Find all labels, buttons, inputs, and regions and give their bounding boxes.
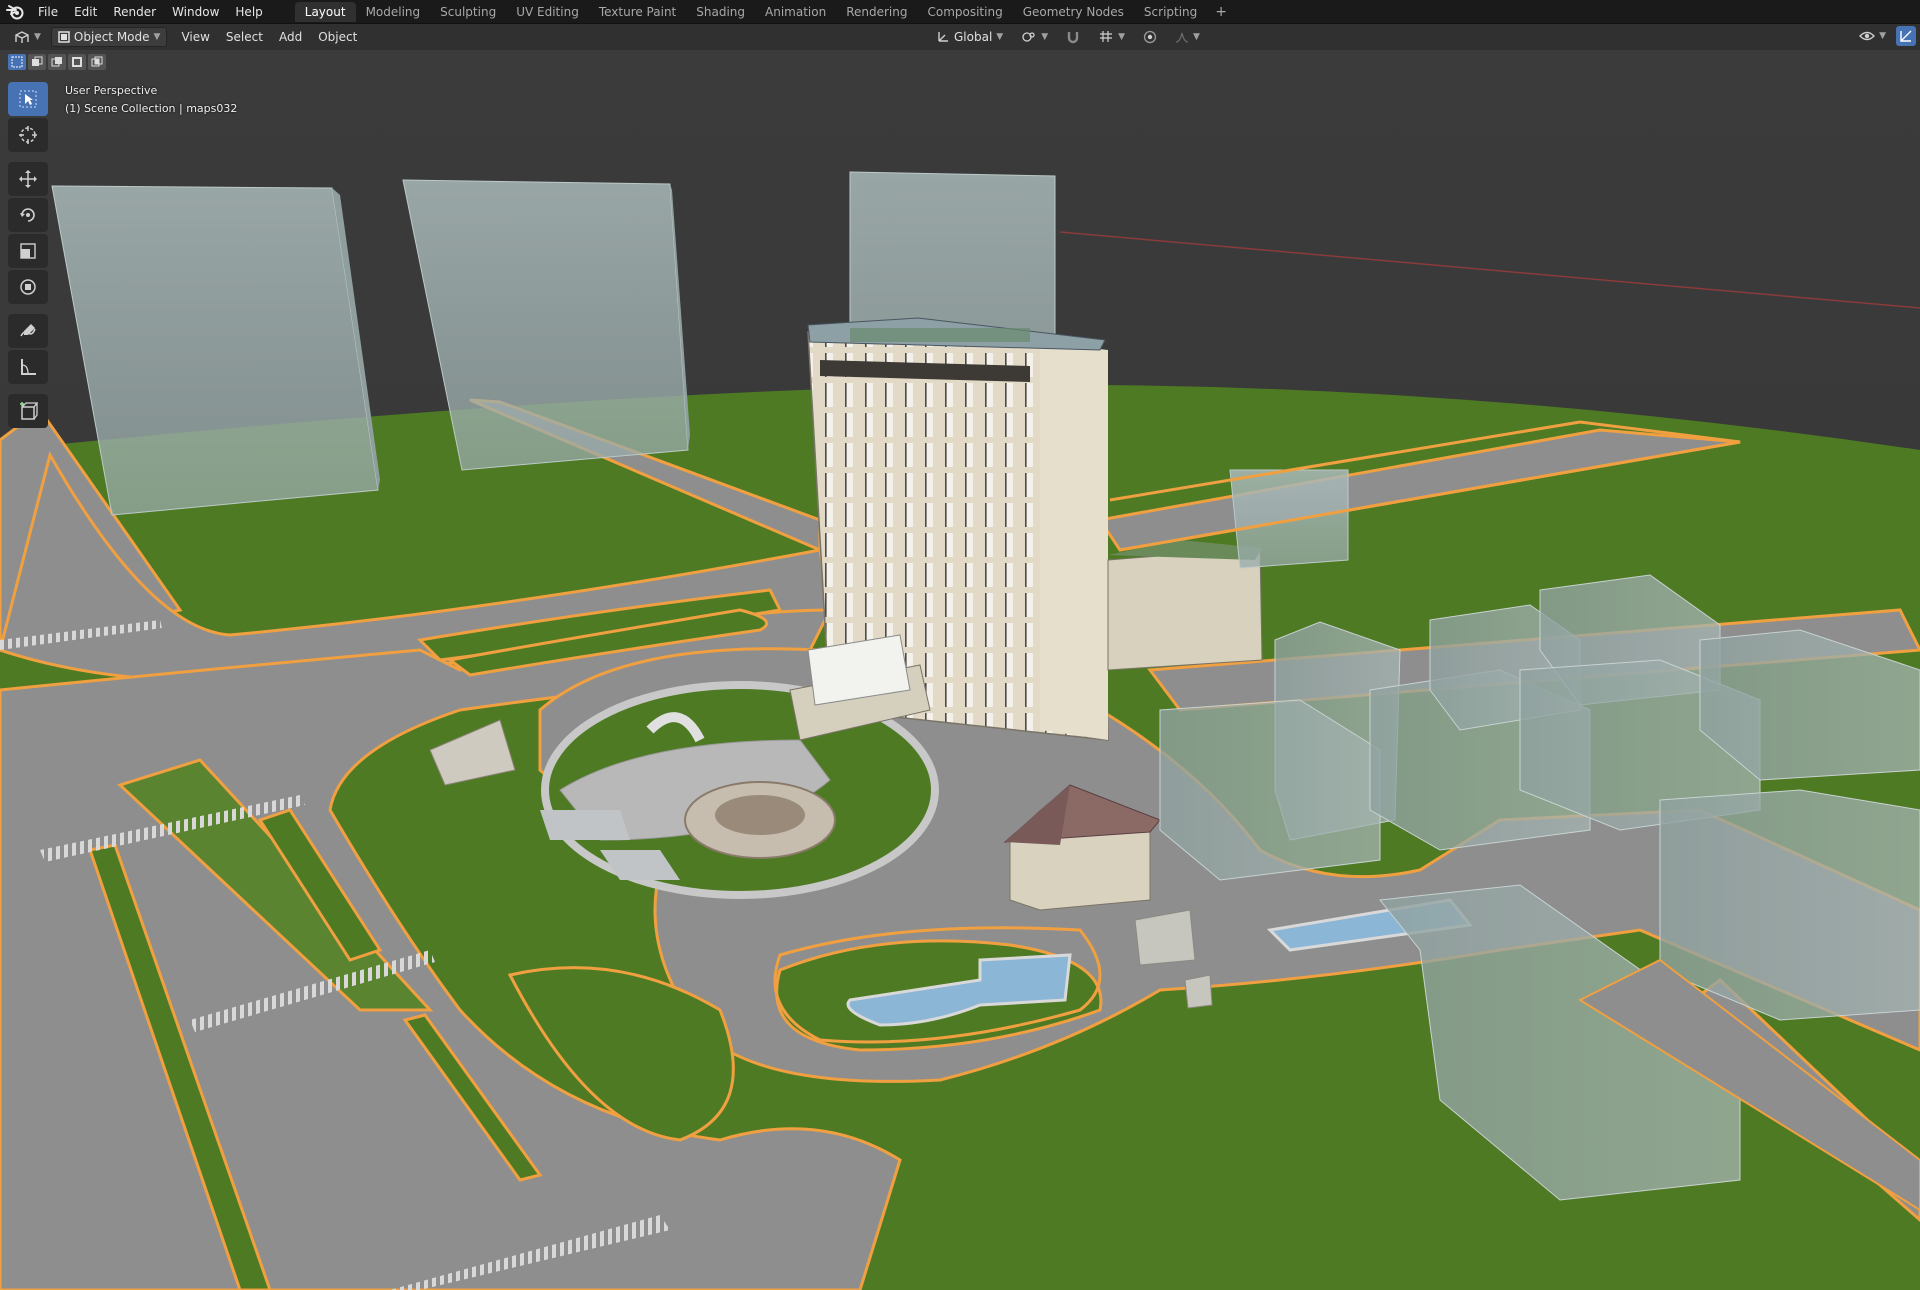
workspace-tabs: Layout Modeling Sculpting UV Editing Tex… — [294, 0, 1235, 24]
select-extend-icon — [32, 56, 43, 66]
perspective-label: User Perspective — [65, 84, 158, 97]
top-menu-bar: File Edit Render Window Help Layout Mode… — [0, 0, 1920, 24]
cursor-arrow-icon — [19, 90, 37, 108]
pivot-icon — [1022, 32, 1035, 42]
orientation-axes-icon — [938, 32, 948, 42]
add-cube-icon — [20, 402, 38, 420]
viewport-header: ▼ Object Mode ▼ View Select Add Object G… — [0, 24, 1920, 50]
select-subtract-icon — [51, 57, 62, 67]
snap-target-selector[interactable]: ▼ — [1092, 27, 1131, 47]
rotate-icon — [20, 208, 35, 222]
rotate-tool[interactable] — [8, 198, 48, 232]
tab-texture-paint[interactable]: Texture Paint — [589, 2, 686, 22]
select-new-button[interactable] — [8, 54, 26, 70]
scale-icon — [20, 243, 36, 259]
tab-compositing[interactable]: Compositing — [917, 2, 1012, 22]
menu-add[interactable]: Add — [271, 27, 310, 47]
proportional-editing-toggle[interactable] — [1137, 27, 1163, 47]
mode-label: Object Mode — [73, 30, 150, 44]
add-workspace-button[interactable]: + — [1207, 4, 1235, 20]
3d-cursor-icon — [19, 126, 37, 144]
transform-orientation-label: Global — [954, 30, 993, 44]
visibility-selector[interactable]: ▼ — [1853, 26, 1892, 46]
tab-shading[interactable]: Shading — [686, 2, 755, 22]
toolbar-separator — [8, 306, 48, 312]
toolbar-separator — [8, 154, 48, 160]
tab-geometry-nodes[interactable]: Geometry Nodes — [1013, 2, 1134, 22]
pencil-icon — [20, 324, 36, 337]
chevron-down-icon: ▼ — [1879, 31, 1886, 41]
add-cube-tool[interactable] — [8, 394, 48, 428]
3d-viewport[interactable]: User Perspective (1) Scene Collection | … — [0, 50, 1920, 1290]
chevron-down-icon: ▼ — [153, 32, 161, 42]
snap-toggle[interactable] — [1060, 27, 1086, 47]
select-box-tool[interactable] — [8, 82, 48, 116]
transform-icon — [20, 279, 36, 295]
select-intersect-button[interactable] — [88, 54, 106, 70]
snap-grid-icon — [1100, 31, 1113, 42]
select-subtract-button[interactable] — [48, 54, 66, 70]
header-right-controls: ▼ — [1853, 26, 1920, 46]
falloff-curve-icon — [1175, 32, 1189, 43]
transform-tool[interactable] — [8, 270, 48, 304]
gizmo-toggle-button[interactable] — [1896, 26, 1916, 46]
menu-render[interactable]: Render — [105, 0, 164, 24]
tab-layout[interactable]: Layout — [294, 1, 356, 22]
select-invert-icon — [72, 57, 82, 67]
tab-sculpting[interactable]: Sculpting — [430, 2, 506, 22]
collection-label: (1) Scene Collection | maps032 — [65, 102, 238, 115]
main-tower — [789, 317, 1109, 741]
tab-animation[interactable]: Animation — [755, 2, 836, 22]
pivot-point-selector[interactable]: ▼ — [1015, 27, 1054, 47]
transform-orientation-selector[interactable]: Global ▼ — [930, 27, 1009, 47]
ruler-icon — [21, 359, 36, 375]
chevron-down-icon: ▼ — [996, 32, 1004, 42]
menu-view[interactable]: View — [173, 27, 217, 47]
object-mode-icon — [58, 31, 70, 43]
measure-tool[interactable] — [8, 350, 48, 384]
scale-tool[interactable] — [8, 234, 48, 268]
viewport-info-overlay: User Perspective (1) Scene Collection | … — [65, 82, 237, 118]
menu-edit[interactable]: Edit — [66, 0, 105, 24]
scene-render[interactable] — [0, 50, 1920, 1290]
magnet-icon — [1067, 32, 1079, 44]
selection-mode-group — [8, 54, 106, 70]
select-invert-button[interactable] — [68, 54, 86, 70]
proportional-edit-icon — [1143, 30, 1157, 44]
chevron-down-icon: ▼ — [34, 32, 41, 42]
chevron-down-icon: ▼ — [1118, 32, 1126, 42]
select-intersect-icon — [91, 56, 103, 67]
toolbar-separator — [8, 386, 48, 392]
cursor-tool[interactable] — [8, 118, 48, 152]
editor-type-icon — [15, 31, 29, 43]
transform-controls: Global ▼ ▼ ▼ ▼ — [930, 27, 1206, 47]
falloff-selector[interactable]: ▼ — [1169, 27, 1206, 47]
annotate-tool[interactable] — [8, 314, 48, 348]
move-arrows-icon — [19, 170, 37, 188]
select-extend-button[interactable] — [28, 54, 46, 70]
gizmo-icon — [1900, 30, 1912, 42]
menu-select[interactable]: Select — [218, 27, 271, 47]
tab-modeling[interactable]: Modeling — [356, 2, 431, 22]
menu-object[interactable]: Object — [310, 27, 365, 47]
chevron-down-icon: ▼ — [1193, 32, 1200, 42]
blender-logo-icon[interactable] — [0, 0, 30, 24]
select-new-icon — [11, 56, 23, 68]
move-tool[interactable] — [8, 162, 48, 196]
tool-shelf — [8, 82, 48, 428]
mode-selector[interactable]: Object Mode ▼ — [50, 27, 168, 47]
tab-rendering[interactable]: Rendering — [836, 2, 917, 22]
menu-window[interactable]: Window — [164, 0, 227, 24]
eye-icon — [1859, 31, 1875, 41]
tab-uv-editing[interactable]: UV Editing — [506, 2, 589, 22]
tab-scripting[interactable]: Scripting — [1134, 2, 1207, 22]
menu-file[interactable]: File — [30, 0, 66, 24]
editor-type-button[interactable]: ▼ — [8, 27, 47, 47]
chevron-down-icon: ▼ — [1041, 32, 1049, 42]
menu-help[interactable]: Help — [227, 0, 270, 24]
